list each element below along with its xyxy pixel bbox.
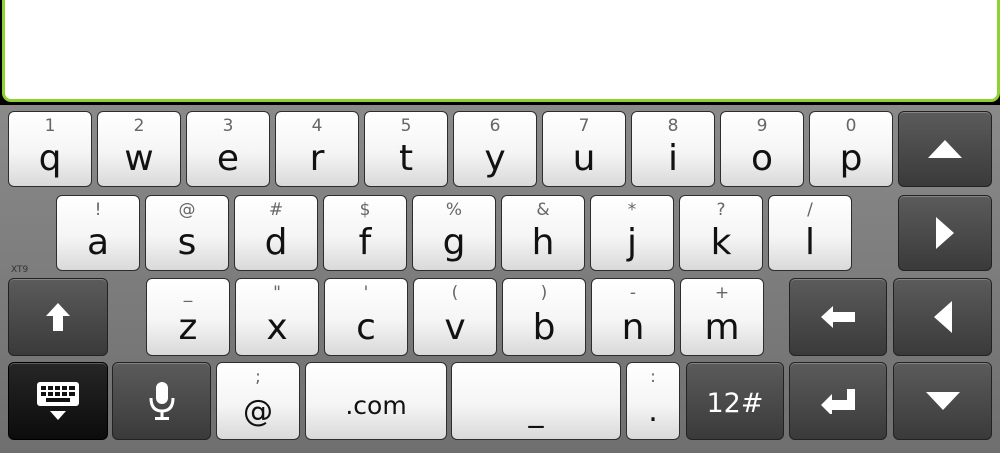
key-r[interactable]: 4r [275,111,359,187]
key-l[interactable]: / l [768,195,852,271]
key-at[interactable]: ; @ [216,362,300,440]
key-j[interactable]: * j [590,195,674,271]
key-z[interactable]: _ z [146,278,230,356]
xt9-label: XT9 [11,265,29,275]
keyboard-hide-icon [37,382,79,420]
arrow-left-button[interactable] [893,278,992,356]
soft-keyboard: 1q 2w 3e 4r 5t 6y 7u 8i 9o 0p ! a @ s # d $… [0,105,1000,453]
key-u[interactable]: 7u [542,111,626,187]
key-a[interactable]: ! a [56,195,140,271]
microphone-button[interactable] [112,362,211,440]
key-n[interactable]: -n [591,278,675,356]
space-bar[interactable]: _ [451,362,621,440]
shift-up-arrow-icon [46,303,70,331]
arrow-down-button[interactable] [893,362,992,440]
key-dotcom[interactable]: .com [305,362,447,440]
arrow-left-icon [933,301,952,333]
key-q[interactable]: 1q [8,111,92,187]
microphone-icon [149,382,174,420]
key-period[interactable]: :. [626,362,680,440]
enter-button[interactable] [789,362,887,440]
key-e[interactable]: 3e [186,111,270,187]
keyboard-hide-button[interactable] [8,362,108,440]
key-t[interactable]: 5t [364,111,448,187]
text-input-field[interactable] [2,0,1000,102]
arrow-up-icon [928,140,962,158]
backspace-icon [821,306,855,328]
enter-icon [821,389,855,414]
arrow-right-icon [936,217,954,249]
key-w[interactable]: 2w [97,111,181,187]
key-d[interactable]: # d [234,195,318,271]
key-k[interactable]: ? k [679,195,763,271]
key-b[interactable]: ) b [502,278,586,356]
key-i[interactable]: 8i [631,111,715,187]
key-o[interactable]: 9o [720,111,804,187]
key-s[interactable]: @ s [145,195,229,271]
arrow-up-button[interactable] [898,111,992,187]
backspace-button[interactable] [789,278,887,356]
key-c[interactable]: ' c [324,278,408,356]
key-y[interactable]: 6y [453,111,537,187]
text-input-area[interactable] [0,0,1000,105]
key-f[interactable]: $ f [323,195,407,271]
key-v[interactable]: (v [413,278,497,356]
symbols-button[interactable]: 12# [686,362,784,440]
key-h[interactable]: & h [501,195,585,271]
key-m[interactable]: + m [680,278,764,356]
arrow-down-icon [925,392,960,410]
shift-button[interactable] [8,278,108,356]
key-p[interactable]: 0p [809,111,893,187]
arrow-right-button[interactable] [898,195,992,271]
key-g[interactable]: % g [412,195,496,271]
key-x[interactable]: " x [235,278,319,356]
